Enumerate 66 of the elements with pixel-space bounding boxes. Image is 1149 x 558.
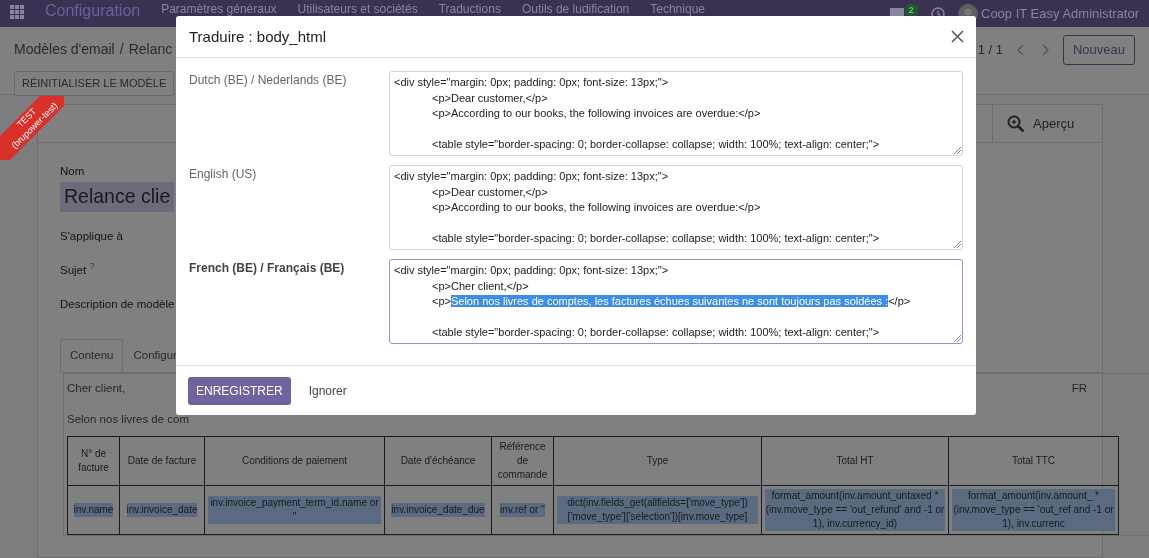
translation-field[interactable] bbox=[389, 71, 963, 156]
search-icon bbox=[1007, 114, 1025, 133]
language-tag[interactable]: FR bbox=[1071, 379, 1087, 397]
resize-handle-icon[interactable] bbox=[954, 241, 961, 248]
language-label: English (US) bbox=[189, 166, 258, 183]
column-header: Date de facture bbox=[119, 436, 205, 486]
app-title[interactable]: Configuration bbox=[45, 1, 141, 20]
breadcrumb-item[interactable]: Modèles d'email bbox=[14, 39, 115, 61]
table-cell: inv.ref or '' bbox=[500, 503, 545, 517]
field-label: Description de modèle bbox=[60, 297, 175, 312]
column-header: Référence de commande bbox=[491, 436, 554, 486]
menu-item[interactable]: Technique bbox=[650, 1, 705, 16]
breadcrumb-separator: / bbox=[119, 40, 124, 60]
apps-menu-icon[interactable] bbox=[10, 5, 24, 19]
close-icon[interactable] bbox=[951, 30, 964, 43]
name-field[interactable]: Relance clie bbox=[60, 182, 175, 212]
table-cell: inv.invoice_payment_term_id.name or '' bbox=[208, 496, 381, 524]
code-line: <div style="margin: 0px; padding: 0px; font-size: 13px;"> bbox=[394, 263, 669, 278]
tab[interactable]: Configur bbox=[123, 339, 187, 372]
code-line: <p>According to our books, the following invoices are overdue:</p> bbox=[431, 200, 761, 216]
code-line: <p>According to our books, the following invoices are overdue:</p> bbox=[431, 106, 761, 122]
menu-item[interactable]: Traductions bbox=[438, 1, 501, 16]
code-line: <p>Dear customer,</p> bbox=[431, 184, 548, 200]
resize-handle-icon[interactable] bbox=[954, 147, 961, 154]
column-header: Conditions de paiement bbox=[204, 436, 385, 486]
code-line: <p>Cher client,</p> bbox=[431, 278, 529, 294]
column-header: Total HT bbox=[761, 436, 949, 486]
code-line: <p>Dear customer,</p> bbox=[431, 90, 548, 106]
new-button[interactable]: Nouveau bbox=[1062, 35, 1135, 65]
table-cell: dict(inv.fields_get(allfields=['move_type'])['move_type']['selection'])[inv.move_type] bbox=[557, 496, 758, 524]
help-mark[interactable]: ? bbox=[89, 261, 95, 272]
code-line: <div style="margin: 0px; padding: 0px; font-size: 13px;"> bbox=[394, 75, 669, 90]
menu-item[interactable]: Outils de ludification bbox=[521, 1, 630, 16]
table-cell: inv.invoice_date bbox=[126, 503, 198, 517]
table-cell: inv.name bbox=[73, 503, 114, 517]
code-line: <table style="border-spacing: 0; border-collapse: collapse; width: 100%; text-align: center;"> bbox=[431, 231, 880, 247]
column-header: Date d'échéance bbox=[384, 436, 492, 486]
resize-handle-icon[interactable] bbox=[954, 335, 961, 342]
translation-field[interactable] bbox=[389, 165, 963, 250]
code-line: <table style="border-spacing: 0; border-collapse: collapse; width: 100%; text-align: center;"> bbox=[431, 137, 880, 153]
field-label: Sujet bbox=[60, 263, 87, 276]
field-label: Nom bbox=[60, 164, 85, 179]
code-line: <table style="border-spacing: 0; border-collapse: collapse; width: 100%; text-align: center;"> bbox=[431, 325, 880, 341]
discard-button[interactable]: Ignorer bbox=[302, 380, 353, 401]
language-label: Dutch (BE) / Nederlands (BE) bbox=[189, 72, 348, 89]
reset-template-button[interactable]: RÉINITIALISER LE MODÈLE bbox=[14, 71, 175, 96]
breadcrumb-item: Relanc bbox=[128, 40, 173, 60]
column-header: N° de facture bbox=[67, 436, 120, 486]
menu-item[interactable]: Utilisateurs et sociétés bbox=[297, 1, 418, 16]
save-button[interactable]: ENREGISTRER bbox=[188, 376, 291, 405]
tab[interactable]: Contenu bbox=[60, 339, 124, 372]
user-name[interactable]: Coop IT Easy Administrator bbox=[981, 4, 1139, 24]
column-header: Type bbox=[553, 436, 762, 486]
table-cell: format_amount(inv.amount_ * (inv.move_type == 'out_ref and -1 or 1), inv.currenc bbox=[952, 489, 1115, 531]
code-line: <div style="margin: 0px; padding: 0px; font-size: 13px;"> bbox=[394, 169, 669, 184]
language-label: French (BE) / Français (BE) bbox=[189, 260, 346, 277]
dialog-title: Traduire : body_html bbox=[189, 27, 326, 46]
field-label: S'applique à bbox=[60, 228, 123, 244]
translation-field[interactable] bbox=[389, 259, 963, 344]
menu-item[interactable]: Paramètres généraux bbox=[161, 1, 277, 16]
body-text: Selon nos livres de com bbox=[67, 411, 191, 427]
table-cell: inv.invoice_date_due bbox=[391, 503, 485, 517]
pager-counter: 1 / 1 bbox=[977, 41, 1003, 59]
column-header: Total TTC bbox=[948, 436, 1119, 486]
table-cell: format_amount(inv.amount_untaxed * (inv.move_type == 'out_refund' and -1 or 1), inv.currency_id) bbox=[765, 489, 945, 531]
body-text: Cher client, bbox=[67, 380, 126, 396]
